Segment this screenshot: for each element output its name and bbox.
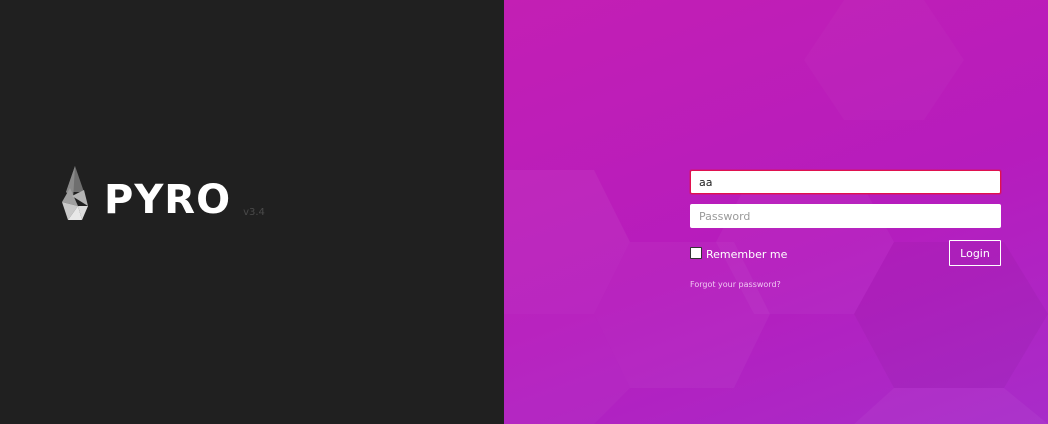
password-input[interactable] bbox=[690, 204, 1001, 228]
remember-checkbox[interactable] bbox=[690, 247, 702, 259]
flame-logo-icon bbox=[62, 166, 88, 220]
brand-name: PYRO bbox=[104, 177, 232, 223]
forgot-password-link[interactable]: Forgot your password? bbox=[690, 280, 1001, 289]
login-button[interactable]: Login bbox=[949, 240, 1001, 266]
remember-label: Remember me bbox=[706, 247, 788, 261]
brand: PYRO v3.4 bbox=[60, 166, 265, 222]
username-input[interactable] bbox=[690, 170, 1001, 194]
form-actions-row: Remember me Login bbox=[690, 240, 1001, 266]
brand-panel: PYRO v3.4 bbox=[0, 0, 504, 424]
version-label: v3.4 bbox=[243, 207, 265, 218]
login-panel: Remember me Login Forgot your password? bbox=[504, 0, 1048, 424]
login-form: Remember me Login Forgot your password? bbox=[690, 170, 1001, 289]
remember-me[interactable]: Remember me bbox=[690, 247, 788, 261]
